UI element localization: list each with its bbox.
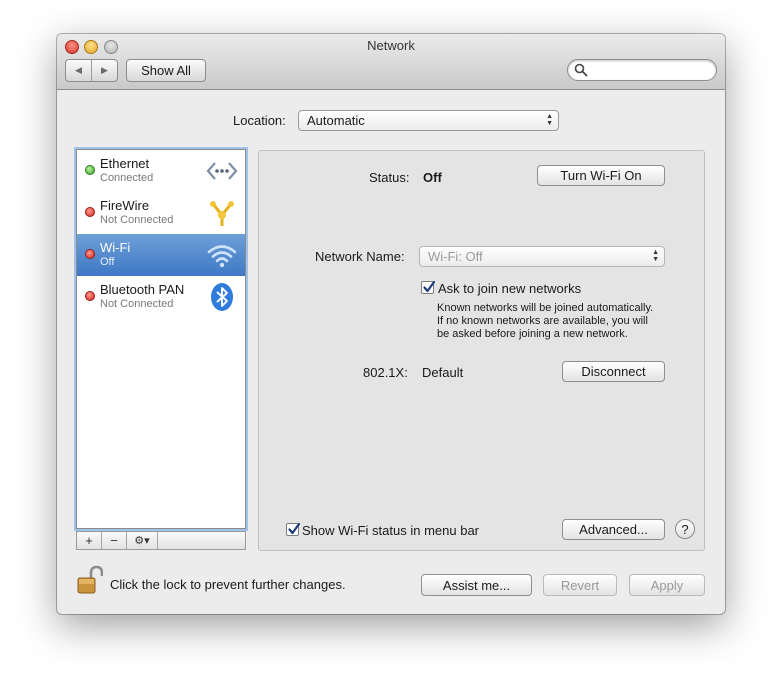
service-firewire[interactable]: FireWire Not Connected	[77, 192, 245, 234]
service-ethernet[interactable]: Ethernet Connected	[77, 150, 245, 192]
location-popup[interactable]: Automatic ▲ ▼	[298, 110, 559, 131]
checkmark-icon	[423, 280, 436, 293]
service-status: Connected	[100, 172, 154, 184]
assist-me-button[interactable]: Assist me...	[421, 574, 532, 596]
show-all-button[interactable]: Show All	[126, 59, 206, 82]
service-name: Ethernet	[100, 156, 150, 171]
ask-join-label: Ask to join new networks	[438, 281, 582, 296]
status-dot-connected	[85, 165, 95, 175]
service-wifi[interactable]: Wi-Fi Off	[77, 234, 245, 276]
ask-join-note: Known networks will be joined automatica…	[437, 302, 653, 341]
back-forward-control: ◀ ▶	[65, 59, 118, 82]
dot1x-value: Default	[422, 365, 464, 380]
back-button[interactable]: ◀	[66, 60, 91, 81]
service-list: Ethernet Connected FireWire Not Connecte…	[76, 149, 246, 529]
ask-join-note-line: If no known networks are available, you …	[437, 315, 648, 327]
network-name-label: Network Name:	[315, 249, 405, 264]
ask-join-checkbox[interactable]	[421, 280, 436, 294]
location-value: Automatic	[307, 113, 365, 128]
search-icon	[574, 63, 588, 77]
revert-button[interactable]: Revert	[543, 574, 617, 596]
title-bar: Network ◀ ▶ Show All	[57, 34, 725, 90]
apply-button[interactable]: Apply	[629, 574, 705, 596]
status-dot-disconnected	[85, 249, 95, 259]
turn-wifi-on-button[interactable]: Turn Wi-Fi On	[537, 165, 665, 186]
ethernet-icon	[206, 162, 238, 180]
status-dot-disconnected	[85, 207, 95, 217]
forward-button[interactable]: ▶	[91, 60, 117, 81]
ask-join-note-line: be asked before joining a new network.	[437, 328, 628, 340]
lock-text: Click the lock to prevent further change…	[110, 577, 346, 592]
service-status: Off	[100, 256, 115, 268]
ask-join-note-line: Known networks will be joined automatica…	[437, 302, 654, 314]
service-name: Bluetooth PAN	[100, 282, 185, 297]
wifi-icon	[207, 245, 237, 268]
add-service-button[interactable]: +	[77, 532, 102, 549]
gear-menu-button[interactable]: ⚙▾	[127, 532, 158, 549]
firewire-icon	[210, 201, 234, 226]
show-wifi-status-label: Show Wi-Fi status in menu bar	[302, 523, 480, 538]
bluetooth-icon	[211, 283, 233, 311]
service-status: Not Connected	[100, 214, 174, 226]
dot1x-label: 802.1X:	[363, 365, 408, 380]
detail-panel: Status: Off Turn Wi-Fi On Network Name: …	[258, 150, 705, 551]
status-value: Off	[423, 170, 442, 185]
window-title: Network	[367, 38, 415, 53]
remove-service-button[interactable]: −	[102, 532, 127, 549]
network-name-value: Wi-Fi: Off	[428, 249, 483, 264]
advanced-button[interactable]: Advanced...	[562, 519, 665, 540]
service-status: Not Connected	[100, 298, 174, 310]
help-button[interactable]: ?	[675, 519, 695, 539]
service-name: Wi-Fi	[100, 240, 131, 255]
lock-icon[interactable]	[77, 565, 103, 595]
search-field[interactable]	[567, 59, 717, 81]
network-name-popup[interactable]: Wi-Fi: Off ▲ ▼	[419, 246, 665, 267]
location-label: Location:	[233, 113, 286, 128]
service-name: FireWire	[100, 198, 150, 213]
status-dot-disconnected	[85, 291, 95, 301]
popup-arrows-icon: ▲ ▼	[546, 113, 553, 127]
network-window: Network ◀ ▶ Show All Location: Automatic…	[57, 34, 725, 614]
service-bluetooth-pan[interactable]: Bluetooth PAN Not Connected	[77, 276, 245, 318]
status-label: Status:	[369, 170, 410, 185]
service-list-toolbar: + − ⚙▾	[76, 531, 246, 550]
popup-arrows-icon: ▲ ▼	[652, 249, 659, 263]
show-wifi-status-checkbox[interactable]	[286, 522, 301, 536]
checkmark-icon	[288, 522, 301, 535]
disconnect-button[interactable]: Disconnect	[562, 361, 665, 382]
